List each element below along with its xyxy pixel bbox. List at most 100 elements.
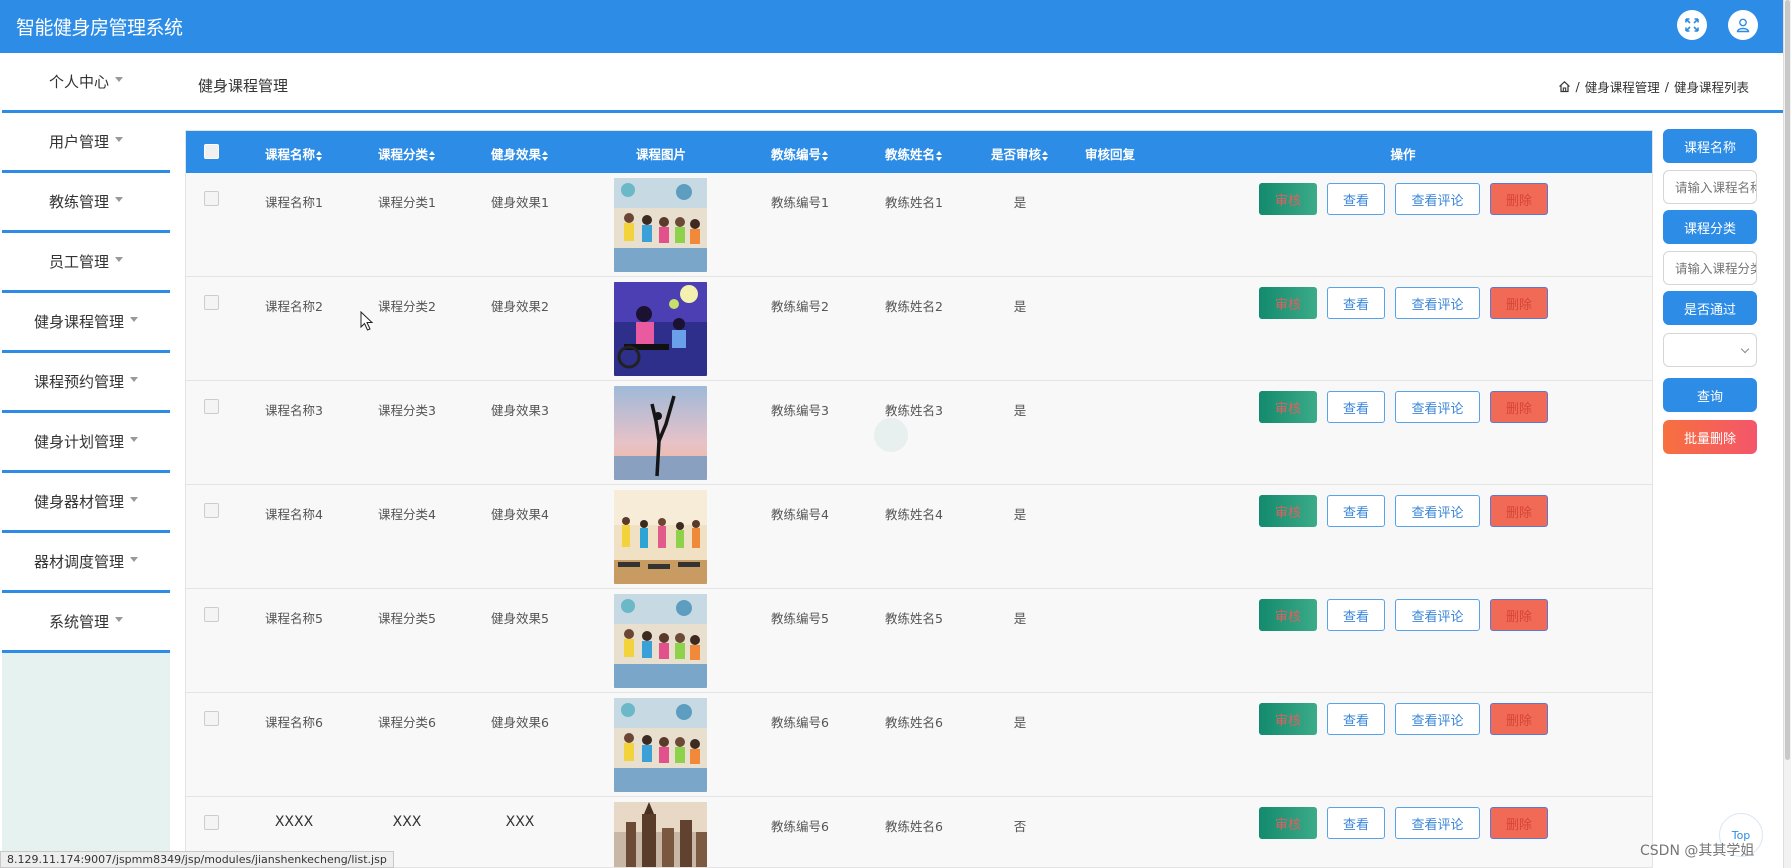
course-table: 课程名称 课程分类 健身效果 课程图片 教练编号 教练姓名 是否审核 审核回复 … bbox=[185, 130, 1653, 868]
breadcrumb-item: 健身课程列表 bbox=[1673, 80, 1749, 95]
sidebar-item-label: 健身器材管理 bbox=[33, 493, 124, 511]
header-approved[interactable]: 是否审核 bbox=[991, 144, 1049, 163]
sidebar-item-users[interactable]: 用户管理 bbox=[2, 113, 170, 173]
row-checkbox[interactable] bbox=[204, 295, 219, 310]
page-scrollbar[interactable] bbox=[1783, 0, 1791, 868]
approved-filter-label[interactable]: 是否通过 bbox=[1663, 291, 1757, 325]
view-button[interactable]: 查看 bbox=[1327, 391, 1385, 423]
row-checkbox[interactable] bbox=[204, 503, 219, 518]
view-button[interactable]: 查看 bbox=[1327, 703, 1385, 735]
sidebar-item-plans[interactable]: 健身计划管理 bbox=[2, 413, 170, 473]
row-checkbox[interactable] bbox=[204, 191, 219, 206]
delete-button[interactable]: 删除 bbox=[1490, 703, 1548, 735]
sidebar-item-personal-center[interactable]: 个人中心 bbox=[2, 53, 170, 113]
cell-fitness-effect: XXX bbox=[505, 814, 535, 830]
audit-button[interactable]: 审核 bbox=[1259, 495, 1317, 527]
sidebar-item-system[interactable]: 系统管理 bbox=[2, 593, 170, 653]
batch-delete-button[interactable]: 批量删除 bbox=[1663, 420, 1757, 454]
view-button[interactable]: 查看 bbox=[1327, 287, 1385, 319]
cell-course-name: 课程名称2 bbox=[265, 299, 323, 314]
course-image bbox=[614, 490, 707, 584]
view-button[interactable]: 查看 bbox=[1327, 183, 1385, 215]
audit-button[interactable]: 审核 bbox=[1259, 183, 1317, 215]
row-checkbox[interactable] bbox=[204, 815, 219, 830]
cell-course-category: 课程分类2 bbox=[378, 299, 436, 314]
view-button[interactable]: 查看 bbox=[1327, 807, 1385, 839]
fullscreen-icon bbox=[1685, 18, 1699, 32]
view-comments-button[interactable]: 查看评论 bbox=[1395, 287, 1480, 319]
sidebar-item-dispatch[interactable]: 器材调度管理 bbox=[2, 533, 170, 593]
cell-approved: 是 bbox=[1013, 403, 1027, 418]
cell-fitness-effect: 健身效果3 bbox=[491, 403, 549, 418]
view-comments-button[interactable]: 查看评论 bbox=[1395, 495, 1480, 527]
cell-approved: 是 bbox=[1013, 195, 1027, 210]
course-image bbox=[614, 698, 707, 792]
sidebar-item-staff[interactable]: 员工管理 bbox=[2, 233, 170, 293]
cell-approved: 是 bbox=[1013, 715, 1027, 730]
header-coach-name[interactable]: 教练姓名 bbox=[885, 144, 943, 163]
audit-button[interactable]: 审核 bbox=[1259, 391, 1317, 423]
breadcrumb-item[interactable]: 健身课程管理 bbox=[1585, 77, 1660, 96]
fullscreen-button[interactable] bbox=[1677, 10, 1707, 40]
sidebar-item-label: 系统管理 bbox=[48, 613, 109, 631]
home-icon[interactable] bbox=[1558, 80, 1571, 93]
sort-icon bbox=[1042, 150, 1049, 161]
table-row: 课程名称6 课程分类6 健身效果6 教练编号6 教练姓名6 是 审核 查看 查看… bbox=[186, 693, 1652, 797]
view-comments-button[interactable]: 查看评论 bbox=[1395, 807, 1480, 839]
user-menu-button[interactable] bbox=[1728, 10, 1758, 40]
course-category-input[interactable] bbox=[1663, 251, 1757, 285]
scrollbar-thumb[interactable] bbox=[1785, 0, 1790, 760]
sidebar-item-equipment[interactable]: 健身器材管理 bbox=[2, 473, 170, 533]
view-button[interactable]: 查看 bbox=[1327, 599, 1385, 631]
approved-select[interactable] bbox=[1663, 333, 1757, 367]
sidebar-item-bookings[interactable]: 课程预约管理 bbox=[2, 353, 170, 413]
view-comments-button[interactable]: 查看评论 bbox=[1395, 183, 1480, 215]
view-button[interactable]: 查看 bbox=[1327, 495, 1385, 527]
delete-button[interactable]: 删除 bbox=[1490, 391, 1548, 423]
delete-button[interactable]: 删除 bbox=[1490, 495, 1548, 527]
header-course-category[interactable]: 课程分类 bbox=[378, 144, 436, 163]
row-checkbox[interactable] bbox=[204, 399, 219, 414]
sidebar-item-coaches[interactable]: 教练管理 bbox=[2, 173, 170, 233]
audit-button[interactable]: 审核 bbox=[1259, 703, 1317, 735]
course-image bbox=[614, 386, 707, 480]
view-comments-button[interactable]: 查看评论 bbox=[1395, 599, 1480, 631]
breadcrumb-separator: / bbox=[1575, 79, 1580, 94]
cell-course-name: 课程名称3 bbox=[265, 403, 323, 418]
sidebar-item-label: 健身计划管理 bbox=[33, 433, 124, 451]
delete-button[interactable]: 删除 bbox=[1490, 183, 1548, 215]
header-coach-number[interactable]: 教练编号 bbox=[771, 144, 829, 163]
cell-approved: 否 bbox=[1013, 819, 1027, 834]
row-checkbox[interactable] bbox=[204, 711, 219, 726]
view-comments-button[interactable]: 查看评论 bbox=[1395, 391, 1480, 423]
delete-button[interactable]: 删除 bbox=[1490, 287, 1548, 319]
sort-icon bbox=[936, 150, 943, 161]
header-label: 教练姓名 bbox=[884, 147, 936, 162]
delete-button[interactable]: 删除 bbox=[1490, 807, 1548, 839]
sidebar-item-label: 个人中心 bbox=[48, 73, 109, 91]
cell-coach-number: 教练编号4 bbox=[771, 507, 829, 522]
table-header: 课程名称 课程分类 健身效果 课程图片 教练编号 教练姓名 是否审核 审核回复 … bbox=[186, 131, 1652, 173]
audit-button[interactable]: 审核 bbox=[1259, 807, 1317, 839]
cell-coach-name: 教练姓名3 bbox=[885, 403, 943, 418]
course-category-filter-label[interactable]: 课程分类 bbox=[1663, 210, 1757, 244]
table-row: 课程名称2 课程分类2 健身效果2 教练编号2 教练姓名2 是 审核 查看 查看… bbox=[186, 277, 1652, 381]
table-row: 课程名称1 课程分类1 健身效果1 教练编号1 教练姓名1 是 审核 查看 查看… bbox=[186, 173, 1652, 277]
audit-button[interactable]: 审核 bbox=[1259, 599, 1317, 631]
search-button[interactable]: 查询 bbox=[1663, 378, 1757, 412]
cell-course-category: 课程分类6 bbox=[378, 715, 436, 730]
view-comments-button[interactable]: 查看评论 bbox=[1395, 703, 1480, 735]
cell-coach-name: 教练姓名6 bbox=[885, 819, 943, 834]
course-name-input[interactable] bbox=[1663, 170, 1757, 204]
row-checkbox[interactable] bbox=[204, 607, 219, 622]
cell-course-category: 课程分类3 bbox=[378, 403, 436, 418]
sidebar-item-courses[interactable]: 健身课程管理 bbox=[2, 293, 170, 353]
audit-button[interactable]: 审核 bbox=[1259, 287, 1317, 319]
select-all-checkbox[interactable] bbox=[204, 144, 219, 159]
cell-coach-name: 教练姓名1 bbox=[885, 195, 943, 210]
header-fitness-effect[interactable]: 健身效果 bbox=[491, 144, 549, 163]
header-course-name[interactable]: 课程名称 bbox=[265, 144, 323, 163]
cell-fitness-effect: 健身效果6 bbox=[491, 715, 549, 730]
delete-button[interactable]: 删除 bbox=[1490, 599, 1548, 631]
course-name-filter-label[interactable]: 课程名称 bbox=[1663, 129, 1757, 163]
